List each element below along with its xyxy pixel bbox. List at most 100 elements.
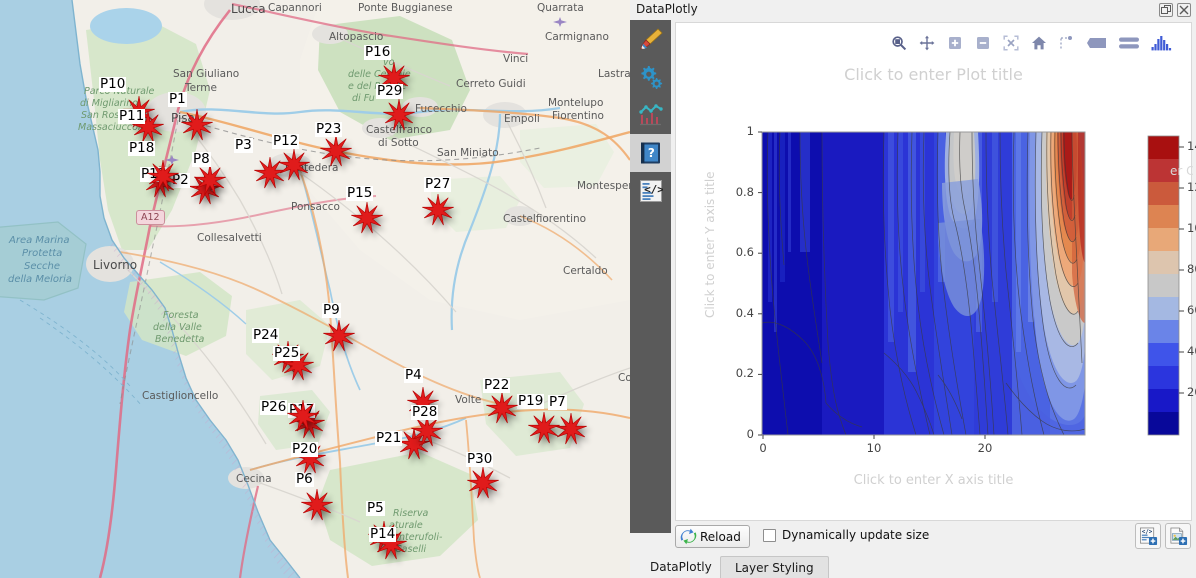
panel-tab-bar[interactable]: DataPlotly Layer Styling bbox=[630, 554, 1196, 578]
help-book-icon: ? bbox=[640, 142, 660, 164]
map-marker-label: P24 bbox=[252, 327, 280, 343]
plot-title-placeholder[interactable]: Click to enter Plot title bbox=[676, 65, 1191, 84]
minus-box-icon bbox=[977, 37, 989, 49]
reload-button-label: Reload bbox=[700, 529, 741, 544]
colorbar-tick-label: 1000 bbox=[1187, 221, 1196, 235]
refresh-arrows-icon bbox=[680, 528, 697, 545]
map-marker-label: P26 bbox=[260, 399, 288, 415]
colorbar-tick-label: 200 bbox=[1187, 385, 1196, 399]
code-document-icon: </> bbox=[639, 180, 663, 202]
modebar-spike-lines-button[interactable] bbox=[1059, 35, 1075, 51]
map-marker-label: P30 bbox=[466, 451, 494, 467]
modebar-reset-axes-button[interactable] bbox=[1031, 35, 1047, 51]
highway-shield-a12: A12 bbox=[136, 210, 165, 225]
star-marker-icon bbox=[181, 108, 213, 141]
svg-text:</>: </> bbox=[644, 183, 663, 196]
map-marker-label: P3 bbox=[234, 137, 253, 153]
reload-button[interactable]: Reload bbox=[675, 525, 750, 548]
dock-title-text: DataPlotly bbox=[636, 2, 698, 16]
plotly-modebar[interactable] bbox=[891, 35, 1173, 51]
application-window: Lucca Capannori Ponte Buggianese Quarrata Al… bbox=[0, 0, 1196, 578]
x-axis-title-placeholder[interactable]: Click to enter X axis title bbox=[676, 473, 1191, 488]
modebar-zoom-out-button[interactable] bbox=[975, 35, 991, 51]
spike-lines-icon bbox=[1060, 36, 1072, 49]
dynamic-size-label: Dynamically update size bbox=[782, 528, 930, 542]
map-marker-label: P5 bbox=[366, 500, 385, 516]
map-marker-label: P29 bbox=[376, 83, 404, 99]
modebar-plotly-logo[interactable] bbox=[1151, 35, 1173, 51]
plot-surface[interactable]: Click to enter Plot title er C 0 0.2 0.4… bbox=[675, 22, 1196, 521]
dynamic-size-checkbox-box[interactable] bbox=[763, 528, 776, 542]
tab-dataplotly[interactable]: DataPlotly bbox=[636, 556, 726, 578]
map-marker-label: P7 bbox=[548, 394, 567, 410]
map-marker-label: P11 bbox=[118, 108, 146, 124]
map-marker-label: P28 bbox=[411, 404, 439, 420]
x-tick-label: 0 bbox=[759, 441, 767, 455]
map-marker-label: P16 bbox=[364, 44, 392, 60]
sidebar-item-plot-settings[interactable] bbox=[630, 58, 671, 96]
map-marker-label: P9 bbox=[322, 302, 341, 318]
modebar-autoscale-button[interactable] bbox=[1003, 35, 1019, 51]
modebar-hover-compare-button[interactable] bbox=[1119, 36, 1139, 50]
colorbar-tick-label: 1400 bbox=[1187, 139, 1196, 153]
modebar-hover-closest-button[interactable] bbox=[1087, 36, 1107, 50]
modebar-zoom-in-button[interactable] bbox=[947, 35, 963, 51]
star-marker-icon bbox=[278, 148, 310, 181]
four-arrows-icon bbox=[919, 35, 935, 51]
float-panel-button[interactable] bbox=[1159, 3, 1173, 17]
y-tick-label: 0 bbox=[746, 427, 754, 441]
close-panel-button[interactable] bbox=[1177, 3, 1191, 17]
map-marker-label: P18 bbox=[128, 140, 156, 156]
modebar-zoom-button[interactable] bbox=[891, 35, 907, 51]
colorbar-title-placeholder[interactable]: er C bbox=[1170, 164, 1193, 178]
star-marker-icon bbox=[323, 319, 355, 352]
tab-layer-styling[interactable]: Layer Styling bbox=[720, 556, 829, 578]
close-icon bbox=[1179, 5, 1189, 15]
svg-text:?: ? bbox=[647, 146, 654, 160]
dynamic-size-checkbox[interactable]: Dynamically update size bbox=[763, 528, 929, 542]
plotly-logo-icon bbox=[1151, 36, 1172, 51]
y-axis-title-placeholder[interactable]: Click to enter Y axis title bbox=[703, 171, 717, 318]
sidebar-item-plot-styling[interactable] bbox=[630, 20, 671, 58]
x-tick-label: 10 bbox=[866, 441, 882, 455]
star-marker-icon bbox=[528, 411, 560, 444]
x-tick-label: 20 bbox=[977, 441, 993, 455]
map-marker-label: P27 bbox=[424, 176, 452, 192]
x-axis-ticks bbox=[762, 435, 986, 439]
star-marker-icon bbox=[287, 399, 319, 432]
sidebar-item-help[interactable]: ? bbox=[630, 134, 671, 172]
sidebar-item-code-view[interactable]: </> bbox=[630, 172, 671, 210]
y-tick-label: 0.2 bbox=[735, 366, 754, 381]
map-canvas[interactable]: Lucca Capannori Ponte Buggianese Quarrata Al… bbox=[0, 0, 630, 578]
y-axis-ticks bbox=[758, 131, 762, 436]
star-marker-icon bbox=[301, 488, 333, 521]
hover-compare-icon bbox=[1119, 37, 1139, 49]
modebar-pan-button[interactable] bbox=[919, 35, 935, 51]
map-marker-label: P14 bbox=[369, 526, 397, 542]
colorbar bbox=[1147, 135, 1184, 436]
map-marker-label: P21 bbox=[375, 430, 403, 446]
colorbar-tick-label: 800 bbox=[1187, 262, 1196, 276]
svg-text:</>: </> bbox=[1141, 529, 1152, 535]
float-icon bbox=[1161, 5, 1171, 14]
star-marker-icon bbox=[383, 98, 415, 131]
magnifier-icon bbox=[892, 36, 907, 51]
map-marker-label: P10 bbox=[99, 76, 127, 92]
map-marker-label: P8 bbox=[192, 151, 211, 167]
sidebar-item-plot-preview[interactable] bbox=[630, 96, 671, 134]
export-image-button[interactable] bbox=[1165, 523, 1191, 549]
map-marker-label: P1 bbox=[168, 91, 187, 107]
colorbar-tick-label: 1200 bbox=[1187, 180, 1196, 194]
plot-bottom-toolbar: Reload Dynamically update size </> bbox=[675, 522, 1192, 554]
y-tick-label: 0.8 bbox=[735, 184, 754, 199]
y-tick-label: 0.6 bbox=[735, 245, 754, 260]
map-marker-label: P22 bbox=[483, 377, 511, 393]
export-image-icon bbox=[1170, 527, 1187, 545]
colorbar-tick-label: 600 bbox=[1187, 303, 1196, 317]
map-marker-label: P19 bbox=[517, 393, 545, 409]
paintbrush-icon bbox=[639, 28, 663, 50]
export-code-button[interactable]: </> bbox=[1135, 523, 1161, 549]
dock-icon-rail[interactable]: ? </> bbox=[630, 20, 671, 533]
star-marker-icon bbox=[320, 134, 352, 167]
export-code-icon: </> bbox=[1139, 527, 1157, 545]
